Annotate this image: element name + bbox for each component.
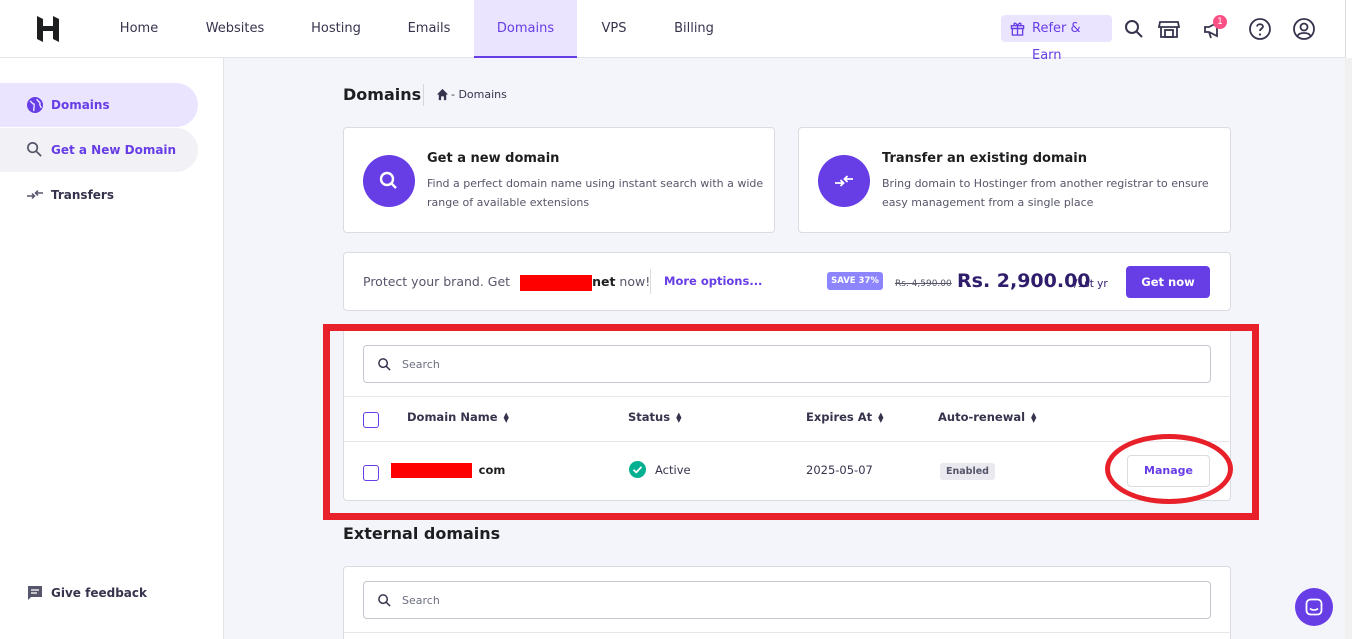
promo-prefix: Protect your brand. Get xyxy=(363,274,511,289)
get-now-button[interactable]: Get now xyxy=(1126,266,1210,298)
feedback-icon xyxy=(28,586,42,600)
price-period: /1st yr xyxy=(1074,278,1108,290)
give-feedback-label: Give feedback xyxy=(51,586,147,600)
old-price: Rs. 4,590.00 xyxy=(895,279,952,289)
transfer-domain-card[interactable]: Transfer an existing domain Bring domain… xyxy=(798,127,1231,233)
breadcrumb-divider xyxy=(423,84,424,106)
store-icon[interactable] xyxy=(1157,17,1181,41)
card-title: Get a new domain xyxy=(427,151,560,166)
account-icon[interactable] xyxy=(1292,17,1316,41)
sidebar-item-label: Transfers xyxy=(51,188,114,202)
transfer-icon xyxy=(27,189,43,200)
get-new-domain-card[interactable]: Get a new domain Find a perfect domain n… xyxy=(343,127,775,233)
page-title: Domains xyxy=(343,85,422,104)
search-icon xyxy=(378,594,391,607)
nav-domains[interactable]: Domains xyxy=(474,0,577,58)
save-badge: SAVE 37% xyxy=(827,272,883,290)
gift-icon xyxy=(1010,22,1025,36)
home-icon[interactable] xyxy=(436,88,449,101)
search-icon[interactable] xyxy=(1122,17,1146,41)
table-header-divider xyxy=(344,632,1230,633)
transfer-domain-icon-circle xyxy=(818,155,870,207)
top-navigation: Home Websites Hosting Emails Domains VPS… xyxy=(0,0,1352,63)
nav-hosting[interactable]: Hosting xyxy=(300,0,372,58)
hostinger-logo[interactable] xyxy=(36,16,60,42)
notification-badge: 1 xyxy=(1213,15,1227,29)
external-domains-title: External domains xyxy=(343,524,501,543)
sidebar-item-label: Get a New Domain xyxy=(51,143,177,157)
refer-earn-label: Refer & Earn xyxy=(1032,21,1081,63)
nav-websites[interactable]: Websites xyxy=(196,0,274,58)
breadcrumb-current: - Domains xyxy=(451,88,507,101)
nav-billing[interactable]: Billing xyxy=(664,0,724,58)
scrollbar-top xyxy=(1345,0,1352,58)
promo-bar: Protect your brand. Get net now! More op… xyxy=(343,252,1231,311)
get-new-domain-icon-circle xyxy=(363,155,415,207)
annotation-ellipse xyxy=(1105,434,1233,504)
sidebar-item-label: Domains xyxy=(51,98,110,112)
card-title: Transfer an existing domain xyxy=(882,151,1087,166)
help-icon[interactable] xyxy=(1248,17,1272,41)
chat-icon xyxy=(1305,598,1323,616)
promo-suffix: now! xyxy=(619,274,651,289)
breadcrumb: - Domains xyxy=(436,88,507,102)
nav-vps[interactable]: VPS xyxy=(592,0,636,58)
nav-emails[interactable]: Emails xyxy=(398,0,460,58)
promo-divider xyxy=(650,269,651,294)
sidebar-item-get-new-domain[interactable]: Get a New Domain xyxy=(0,128,198,172)
nav-home[interactable]: Home xyxy=(104,0,174,58)
redacted-domain xyxy=(520,274,593,291)
sidebar-item-domains[interactable]: Domains xyxy=(0,83,198,127)
globe-icon xyxy=(27,97,43,113)
new-price: Rs. 2,900.00 xyxy=(957,270,1091,292)
search-icon xyxy=(27,142,42,157)
promo-tld: net xyxy=(592,274,616,289)
scrollbar[interactable] xyxy=(1345,58,1352,639)
transfer-icon xyxy=(835,175,853,187)
external-search-input[interactable]: Search xyxy=(363,581,1211,619)
sidebar-item-transfers[interactable]: Transfers xyxy=(0,173,198,217)
search-icon xyxy=(379,171,397,189)
give-feedback-button[interactable]: Give feedback xyxy=(26,584,147,602)
search-placeholder: Search xyxy=(402,594,440,607)
promo-text: Protect your brand. Get net now! xyxy=(363,274,650,291)
more-options-link[interactable]: More options... xyxy=(664,274,762,288)
card-description: Bring domain to Hostinger from another r… xyxy=(882,177,1209,209)
card-description: Find a perfect domain name using instant… xyxy=(427,177,764,209)
sidebar: Domains Get a New Domain Transfers Give … xyxy=(0,58,224,639)
chat-button[interactable] xyxy=(1295,588,1333,626)
external-domains-table: Search xyxy=(343,566,1231,639)
refer-earn-button[interactable]: Refer & Earn xyxy=(1001,15,1112,63)
